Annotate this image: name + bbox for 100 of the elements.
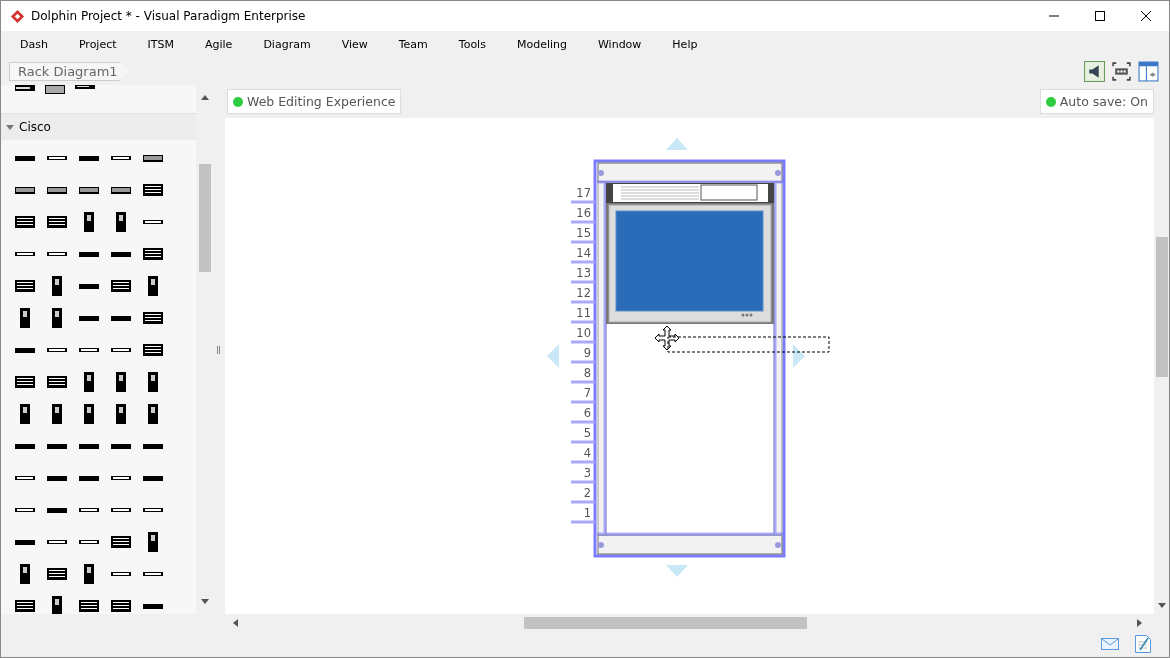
notes-icon[interactable]: [1135, 635, 1151, 653]
layout-panel-icon[interactable]: [1138, 61, 1159, 82]
rack-device-icon[interactable]: [47, 540, 67, 544]
auto-save-badge[interactable]: Auto save: On: [1039, 89, 1154, 114]
rack-device-icon[interactable]: [52, 596, 62, 614]
rack-device-icon[interactable]: [111, 443, 131, 449]
menu-item[interactable]: Modeling: [516, 38, 567, 51]
rack-device-icon[interactable]: [47, 252, 67, 256]
rack-device-icon[interactable]: [111, 536, 131, 548]
rack-device-icon[interactable]: [47, 186, 67, 194]
rack-device-icon[interactable]: [15, 443, 35, 449]
rack-device-icon[interactable]: [84, 564, 94, 584]
menu-item[interactable]: Help: [672, 38, 698, 51]
maximize-icon[interactable]: [1095, 11, 1105, 21]
palette-group-header[interactable]: Cisco: [1, 113, 196, 140]
rack-device-icon[interactable]: [143, 220, 163, 224]
menu-item[interactable]: Project: [78, 38, 117, 51]
rack-device-icon[interactable]: [148, 276, 158, 296]
rack-device-icon[interactable]: [47, 568, 67, 580]
rack-device-icon[interactable]: [79, 315, 99, 321]
rack-device-icon[interactable]: [52, 276, 62, 296]
rack-device-icon[interactable]: [111, 508, 131, 512]
rack-device-icon[interactable]: [15, 508, 35, 512]
rack-device-icon[interactable]: [111, 315, 131, 321]
close-icon[interactable]: [1141, 11, 1151, 21]
rack-unit-device[interactable]: [606, 183, 774, 203]
rack-device-icon[interactable]: [143, 443, 163, 449]
rack-device-icon[interactable]: [15, 376, 35, 388]
resize-handle-icon[interactable]: [666, 138, 688, 150]
rack-device-icon[interactable]: [111, 156, 131, 160]
rack-device-icon[interactable]: [79, 540, 99, 544]
rack-device-icon[interactable]: [111, 600, 131, 612]
menu-item[interactable]: Diagram: [263, 38, 311, 51]
rack-device-icon[interactable]: [143, 312, 163, 324]
rack-device-icon[interactable]: [143, 344, 163, 356]
rack-device-icon[interactable]: [47, 348, 67, 352]
rack-device-icon[interactable]: [15, 186, 35, 194]
rack-device-icon[interactable]: [75, 85, 95, 89]
menu-item[interactable]: ITSM: [147, 38, 174, 51]
rack-device-icon[interactable]: [15, 347, 35, 353]
mail-icon[interactable]: [1101, 638, 1119, 650]
rack-device-icon[interactable]: [143, 475, 163, 481]
rack-device-icon[interactable]: [148, 404, 158, 424]
rack-device-icon[interactable]: [79, 475, 99, 481]
rack-device-icon[interactable]: [47, 376, 67, 388]
rack-device-icon[interactable]: [143, 154, 163, 162]
rack-device-icon[interactable]: [79, 508, 99, 512]
rack-device-icon[interactable]: [15, 252, 35, 256]
splitter-handle-icon[interactable]: [216, 345, 220, 354]
rack-device-icon[interactable]: [116, 212, 126, 232]
rack-device-icon[interactable]: [47, 507, 67, 513]
rack-device-icon[interactable]: [15, 600, 35, 612]
menu-item[interactable]: Agile: [205, 38, 233, 51]
rack-device-icon[interactable]: [111, 572, 131, 576]
rack-device-icon[interactable]: [148, 372, 158, 392]
rack-device-icon[interactable]: [15, 476, 35, 480]
rack-device-icon[interactable]: [143, 603, 163, 609]
rack-device-icon[interactable]: [20, 564, 30, 584]
scrollbar-thumb[interactable]: [198, 164, 211, 272]
rack-device-icon[interactable]: [20, 404, 30, 424]
rack-device-icon[interactable]: [15, 216, 35, 228]
horizontal-scrollbar-thumb[interactable]: [524, 616, 807, 629]
resize-handle-icon[interactable]: [666, 565, 688, 577]
rack-device-icon[interactable]: [79, 186, 99, 194]
rack-device-icon[interactable]: [79, 443, 99, 449]
web-editing-badge[interactable]: Web Editing Experience: [227, 89, 402, 114]
menu-item[interactable]: Team: [398, 38, 428, 51]
rack-device-icon[interactable]: [143, 508, 163, 512]
rack-device-icon[interactable]: [47, 443, 67, 449]
rack-device-icon[interactable]: [79, 283, 99, 289]
resize-handle-icon[interactable]: [547, 344, 559, 368]
rack-device-icon[interactable]: [143, 248, 163, 260]
rack-device-icon[interactable]: [116, 404, 126, 424]
menu-item[interactable]: Window: [597, 38, 642, 51]
rack-device-icon[interactable]: [15, 539, 35, 545]
rack-device-icon[interactable]: [116, 372, 126, 392]
rack-device-icon[interactable]: [79, 348, 99, 352]
rack-device-icon[interactable]: [52, 404, 62, 424]
resize-handle-icon[interactable]: [793, 344, 805, 368]
menu-item[interactable]: Dash: [20, 38, 48, 51]
rack-device-icon[interactable]: [84, 212, 94, 232]
rack-device-icon[interactable]: [143, 572, 163, 576]
breadcrumb-tab[interactable]: Rack Diagram1: [9, 62, 129, 81]
rack-device-icon[interactable]: [111, 280, 131, 292]
rack-device-icon[interactable]: [148, 532, 158, 552]
rack-device-icon[interactable]: [84, 372, 94, 392]
rack-device-icon[interactable]: [111, 476, 131, 480]
rack-device-icon[interactable]: [79, 251, 99, 257]
rack-device-icon[interactable]: [52, 308, 62, 328]
rack-device-icon[interactable]: [47, 216, 67, 228]
monitor-device[interactable]: [606, 203, 774, 324]
rack-device-icon[interactable]: [15, 155, 35, 161]
rack-device-icon[interactable]: [79, 155, 99, 161]
rack-device-icon[interactable]: [20, 308, 30, 328]
rack-device-icon[interactable]: [111, 251, 131, 257]
rack-device-icon[interactable]: [84, 404, 94, 424]
rack-device-icon[interactable]: [47, 475, 67, 481]
rack-device-icon[interactable]: [111, 348, 131, 352]
vertical-scrollbar-thumb[interactable]: [1155, 237, 1168, 377]
rack-device-icon[interactable]: [111, 186, 131, 194]
